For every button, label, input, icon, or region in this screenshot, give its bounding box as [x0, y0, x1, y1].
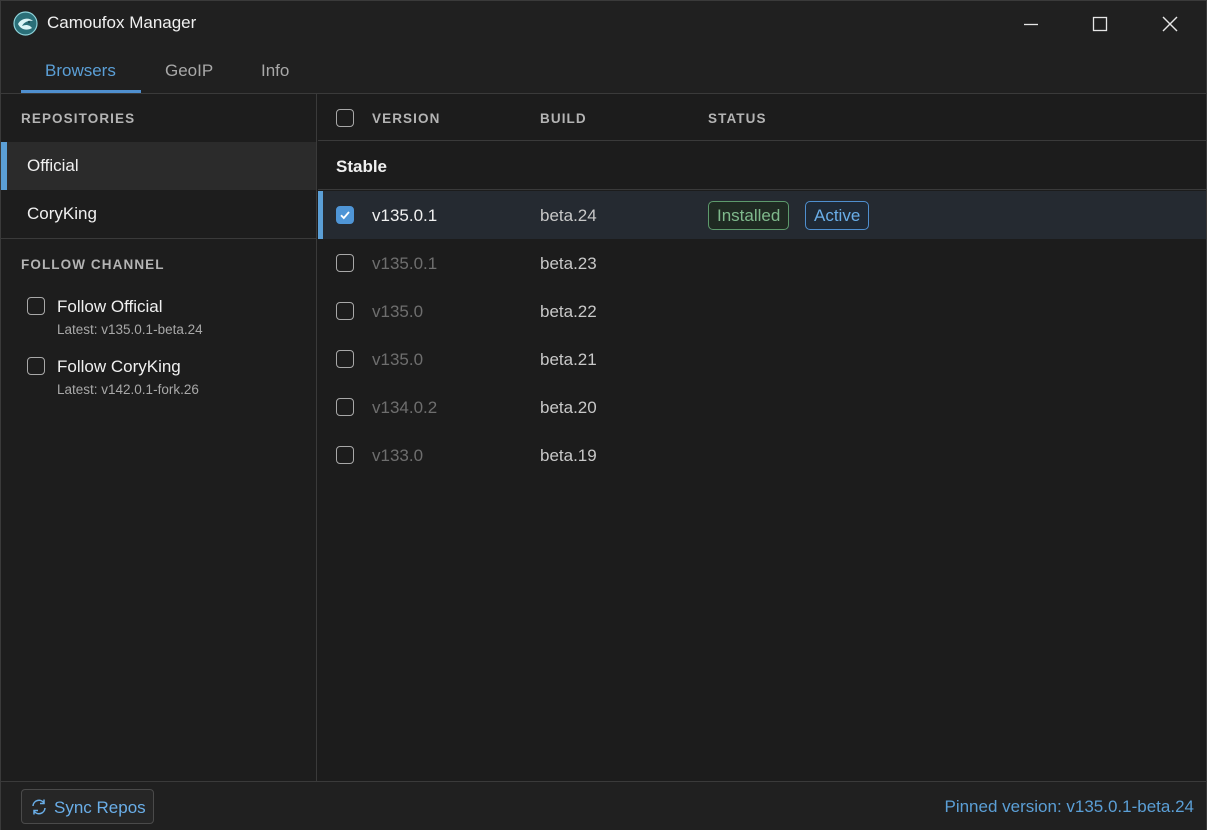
table-row[interactable]: v135.0.1 beta.24 Installed Active: [318, 191, 1206, 239]
version-cell: v133.0: [372, 446, 424, 465]
installed-badge: Installed: [708, 201, 790, 230]
app-window: Camoufox Manager Browsers GeoIP Info REP…: [0, 0, 1207, 830]
group-header: Stable: [318, 142, 1206, 190]
version-cell: v134.0.2: [372, 398, 438, 417]
active-tab-indicator: [21, 90, 141, 93]
tab-bar: Browsers GeoIP Info: [1, 47, 1206, 94]
close-icon: [1162, 16, 1178, 32]
follow-official-label[interactable]: Follow Official: [57, 297, 163, 317]
status-bar: Sync Repos Pinned version: v135.0.1-beta…: [1, 781, 1206, 830]
sidebar: REPOSITORIES Official CoryKing FOLLOW CH…: [1, 94, 317, 781]
minimize-button[interactable]: [996, 1, 1066, 47]
table-row[interactable]: v135.0.1 beta.23: [318, 239, 1206, 287]
sidebar-divider: [1, 238, 316, 239]
row-checkbox[interactable]: [336, 206, 354, 224]
build-cell: beta.22: [540, 302, 597, 321]
follow-coryking-checkbox[interactable]: [27, 357, 45, 375]
repositories-heading: REPOSITORIES: [21, 111, 136, 126]
row-checkbox[interactable]: [336, 398, 354, 416]
follow-coryking-label[interactable]: Follow CoryKing: [57, 357, 181, 377]
row-checkbox[interactable]: [336, 254, 354, 272]
tab-info[interactable]: Info: [261, 61, 289, 81]
column-header-version[interactable]: VERSION: [372, 111, 440, 126]
build-cell: beta.19: [540, 446, 597, 465]
title-bar: Camoufox Manager: [1, 1, 1206, 47]
table-header: VERSION BUILD STATUS: [318, 94, 1206, 141]
sync-repos-button[interactable]: Sync Repos: [21, 789, 154, 824]
version-cell: v135.0: [372, 350, 424, 369]
table-row[interactable]: v135.0 beta.22: [318, 287, 1206, 335]
sidebar-item-official[interactable]: Official: [1, 142, 316, 190]
minimize-icon: [1024, 23, 1038, 26]
build-cell: beta.24: [540, 206, 597, 225]
sidebar-item-label: CoryKing: [27, 204, 97, 223]
tab-browsers[interactable]: Browsers: [45, 61, 116, 81]
row-checkbox[interactable]: [336, 446, 354, 464]
selection-accent: [1, 142, 7, 190]
group-label-stable: Stable: [336, 157, 388, 176]
version-cell: v135.0.1: [372, 206, 438, 225]
table-row[interactable]: v135.0 beta.21: [318, 335, 1206, 383]
follow-coryking-latest: Latest: v142.0.1-fork.26: [57, 382, 199, 397]
follow-official-latest: Latest: v135.0.1-beta.24: [57, 322, 203, 337]
tab-geoip[interactable]: GeoIP: [165, 61, 213, 81]
window-title: Camoufox Manager: [47, 13, 197, 32]
refresh-icon: [32, 799, 46, 815]
camoufox-logo-icon: [13, 11, 38, 36]
sync-repos-label: Sync Repos: [54, 798, 146, 817]
select-all-checkbox[interactable]: [336, 109, 354, 127]
build-cell: beta.20: [540, 398, 597, 417]
column-header-build[interactable]: BUILD: [540, 111, 587, 126]
maximize-button[interactable]: [1065, 1, 1135, 47]
row-checkbox[interactable]: [336, 350, 354, 368]
sidebar-item-coryking[interactable]: CoryKing: [1, 190, 316, 238]
checkmark-icon: [340, 211, 350, 220]
versions-table: VERSION BUILD STATUS Stable v135.0.1 bet…: [318, 94, 1206, 781]
table-row[interactable]: v134.0.2 beta.20: [318, 383, 1206, 431]
build-cell: beta.21: [540, 350, 597, 369]
pinned-version-text: Pinned version: v135.0.1-beta.24: [944, 797, 1194, 816]
active-badge: Active: [805, 201, 870, 230]
column-header-status[interactable]: STATUS: [708, 111, 767, 126]
close-button[interactable]: [1135, 1, 1205, 47]
version-cell: v135.0.1: [372, 254, 438, 273]
version-cell: v135.0: [372, 302, 424, 321]
row-checkbox[interactable]: [336, 302, 354, 320]
table-row[interactable]: v133.0 beta.19: [318, 431, 1206, 479]
sidebar-item-label: Official: [27, 156, 79, 175]
build-cell: beta.23: [540, 254, 597, 273]
maximize-icon: [1092, 16, 1108, 32]
selection-accent: [318, 191, 323, 239]
follow-official-checkbox[interactable]: [27, 297, 45, 315]
follow-channel-heading: FOLLOW CHANNEL: [21, 257, 165, 272]
